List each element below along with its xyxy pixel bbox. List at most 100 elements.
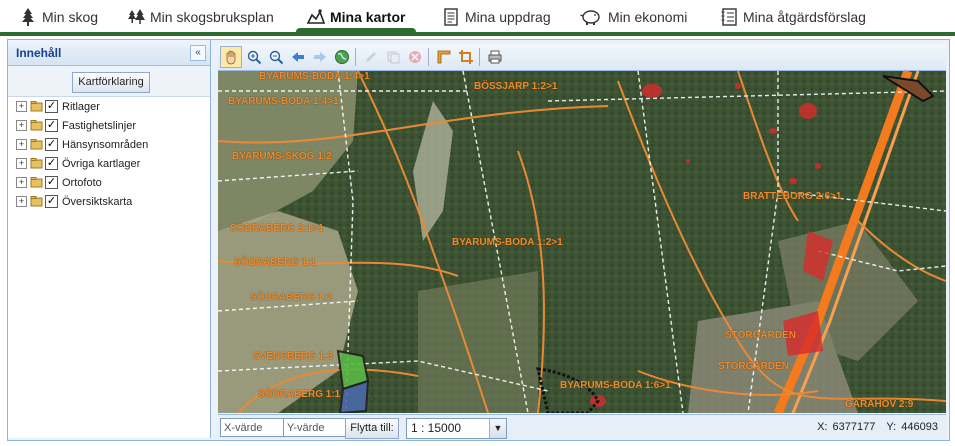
full-extent-button[interactable] bbox=[332, 47, 352, 67]
map-property-label: SVENSBERG 1:3 bbox=[253, 351, 334, 362]
map-property-label: BYARUMS-SKOG 1:2 bbox=[232, 151, 332, 162]
nav-min-skog[interactable]: Min skog bbox=[18, 0, 98, 33]
previous-extent-button[interactable] bbox=[288, 47, 308, 67]
y-coordinate-input[interactable] bbox=[283, 418, 349, 437]
nav-mina-atgardsforslag[interactable]: Mina åtgärdsförslag bbox=[719, 0, 866, 33]
pan-hand-icon bbox=[226, 50, 236, 65]
content-panel-header: Innehåll « bbox=[8, 40, 210, 66]
delete-icon bbox=[409, 51, 421, 63]
toolbar-separator bbox=[355, 48, 356, 66]
map-property-label: STORGÅRDEN bbox=[725, 330, 796, 341]
zoom-out-button[interactable] bbox=[266, 47, 286, 67]
layer-folder-icon bbox=[30, 196, 43, 207]
next-extent-button[interactable] bbox=[310, 47, 330, 67]
map-property-label: BYARUMS-BODA 1:4>1 bbox=[259, 71, 370, 82]
nav-label: Min skog bbox=[42, 8, 99, 25]
zoom-in-icon bbox=[247, 50, 262, 65]
map-property-label: BÖSSJARP 1:2>1 bbox=[474, 81, 558, 92]
layer-row-hansynsomraden[interactable]: + ✓ Hänsynsområden bbox=[8, 135, 210, 154]
print-icon bbox=[488, 50, 502, 64]
document-icon bbox=[444, 7, 458, 26]
nav-active-indicator bbox=[296, 28, 416, 36]
map-legend-button[interactable]: Kartförklaring bbox=[72, 72, 150, 93]
zoom-in-button[interactable] bbox=[244, 47, 264, 67]
layer-checkbox[interactable]: ✓ bbox=[45, 119, 58, 132]
nav-min-ekonomi[interactable]: Min ekonomi bbox=[578, 0, 687, 33]
nav-label: Min ekonomi bbox=[608, 8, 688, 25]
map-property-label: STORGÅRDEN bbox=[718, 361, 789, 372]
map-property-label: BYARUMS-BODA 1:2>1 bbox=[452, 237, 563, 248]
layer-checkbox[interactable]: ✓ bbox=[45, 100, 58, 113]
map-icon bbox=[306, 8, 326, 24]
layer-checkbox[interactable]: ✓ bbox=[45, 157, 58, 170]
layer-row-fastighetslinjer[interactable]: + ✓ Fastighetslinjer bbox=[8, 116, 210, 135]
print-button[interactable] bbox=[485, 47, 505, 67]
expand-icon[interactable]: + bbox=[16, 196, 27, 207]
crop-icon bbox=[459, 50, 473, 64]
content-panel: Innehåll « Kartförklaring + ✓ Ritlager +… bbox=[8, 40, 211, 438]
layer-row-ritlager[interactable]: + ✓ Ritlager bbox=[8, 97, 210, 116]
pan-tool-button[interactable] bbox=[220, 46, 242, 68]
layer-checkbox[interactable]: ✓ bbox=[45, 195, 58, 208]
map-property-label: SÖDRABERG 1:1 bbox=[258, 389, 341, 400]
map-property-label: BYARUMS-BODA 1:4>1 bbox=[228, 96, 339, 107]
layer-folder-icon bbox=[30, 158, 43, 169]
map-property-label: BYARUMS-BODA 1:6>1 bbox=[560, 380, 671, 391]
nav-underline bbox=[0, 32, 955, 36]
layer-row-ortofoto[interactable]: + ✓ Ortofoto bbox=[8, 173, 210, 192]
back-arrow-icon bbox=[292, 52, 304, 62]
map-status-bar: Flytta till: 1 : 15000 ▼ X: 6377177 Y: 4… bbox=[218, 414, 946, 439]
delete-button[interactable] bbox=[405, 47, 425, 67]
measure-ruler-icon bbox=[437, 50, 451, 64]
x-value: 6377177 bbox=[832, 421, 876, 433]
layer-row-oversiktskarta[interactable]: + ✓ Översiktskarta bbox=[8, 192, 210, 211]
map-property-label: SÖDRABERG 2:1>1 bbox=[230, 223, 324, 234]
y-label: Y: bbox=[886, 421, 897, 433]
toolbar-separator bbox=[479, 48, 480, 66]
layer-label: Ritlager bbox=[62, 100, 100, 113]
layer-label: Fastighetslinjer bbox=[62, 119, 136, 132]
crop-button[interactable] bbox=[456, 47, 476, 67]
expand-icon[interactable]: + bbox=[16, 120, 27, 131]
nav-label: Mina åtgärdsförslag bbox=[743, 8, 866, 25]
map-property-label: GÅRAHOV 2:9 bbox=[845, 399, 914, 410]
nav-label: Mina uppdrag bbox=[465, 8, 551, 25]
scale-select[interactable]: 1 : 15000 ▼ bbox=[406, 418, 507, 439]
map-canvas[interactable]: BYARUMS-BODA 1:4>1 BÖSSJARP 1:2>1 BYARUM… bbox=[218, 71, 946, 413]
globe-icon bbox=[335, 50, 349, 64]
edit-button[interactable] bbox=[361, 47, 381, 67]
legend-bar: Kartförklaring bbox=[8, 66, 210, 97]
notebook-icon bbox=[721, 7, 737, 26]
x-label: X: bbox=[817, 421, 828, 433]
zoom-out-icon bbox=[269, 50, 284, 65]
map-toolbar bbox=[218, 44, 946, 71]
nav-mina-uppdrag[interactable]: Mina uppdrag bbox=[441, 0, 551, 33]
copy-button[interactable] bbox=[383, 47, 403, 67]
tree-icon bbox=[22, 7, 34, 26]
measure-button[interactable] bbox=[434, 47, 454, 67]
expand-icon[interactable]: + bbox=[16, 139, 27, 150]
map-property-label: BRATTEBORG 2:6>1 bbox=[743, 191, 842, 202]
goto-button[interactable]: Flytta till: bbox=[345, 418, 399, 439]
expand-icon[interactable]: + bbox=[16, 158, 27, 169]
x-coordinate-input[interactable] bbox=[220, 418, 286, 437]
chevron-down-icon[interactable]: ▼ bbox=[489, 419, 506, 438]
map-property-label: SÖDRABERG 1:2 bbox=[250, 292, 333, 303]
nav-label: Mina kartor bbox=[330, 8, 406, 25]
layer-label: Översiktskarta bbox=[62, 195, 133, 208]
layer-tree: + ✓ Ritlager + ✓ Fastighetslinjer + ✓ Hä… bbox=[8, 97, 210, 211]
forward-arrow-icon bbox=[314, 52, 326, 62]
map-property-label: SÖDRABERG 1:1 bbox=[234, 257, 317, 268]
layer-checkbox[interactable]: ✓ bbox=[45, 138, 58, 151]
layer-label: Övriga kartlager bbox=[62, 157, 141, 170]
expand-icon[interactable]: + bbox=[16, 177, 27, 188]
layer-checkbox[interactable]: ✓ bbox=[45, 176, 58, 189]
nav-min-skogsbruksplan[interactable]: Min skogsbruksplan bbox=[126, 0, 274, 33]
content-panel-title: Innehåll bbox=[16, 46, 62, 60]
expand-icon[interactable]: + bbox=[16, 101, 27, 112]
collapse-panel-button[interactable]: « bbox=[190, 45, 206, 61]
forest-icon bbox=[128, 8, 145, 24]
toolbar-separator bbox=[428, 48, 429, 66]
edit-pencil-icon bbox=[366, 52, 376, 62]
layer-row-ovriga-kartlager[interactable]: + ✓ Övriga kartlager bbox=[8, 154, 210, 173]
